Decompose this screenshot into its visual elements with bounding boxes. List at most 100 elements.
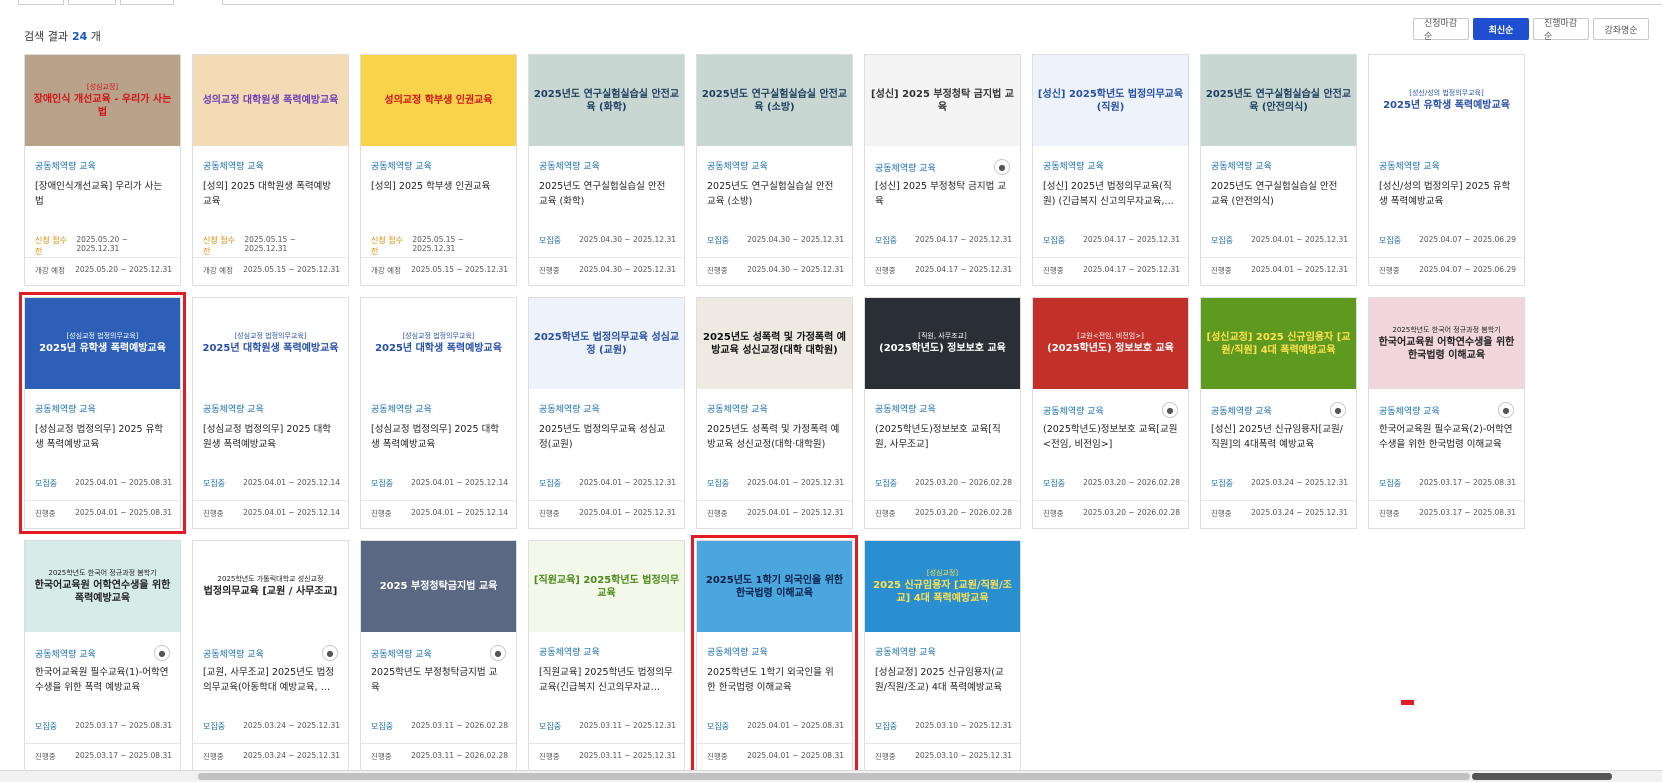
- course-card[interactable]: 2025학년도 한국어 정규과정 봄학기 한국어교육원 어학연수생을 위한 한국…: [1368, 297, 1525, 529]
- course-thumbnail[interactable]: [직원교육] 2025학년도 법정의무교육: [529, 541, 684, 632]
- course-card[interactable]: 2025년도 1학기 외국인을 위한 한국법령 이해교육 공동체역량 교육 20…: [691, 535, 858, 777]
- course-card[interactable]: 성의교정 대학원생 폭력예방교육 공동체역량 교육 [성의] 2025 대학원생…: [192, 54, 349, 286]
- apply-row: 신청 접수 전 2025.05.20 ~ 2025.12.31: [35, 235, 172, 257]
- course-thumbnail[interactable]: [성심교정] 장애인식 개선교육 - 우리가 사는 법: [25, 55, 180, 146]
- course-thumbnail[interactable]: 성의교정 대학원생 폭력예방교육: [193, 55, 348, 146]
- search-input[interactable]: [222, 0, 1662, 5]
- course-title[interactable]: [성신/성의 법정의무] 2025 유학생 폭력예방교육: [1379, 179, 1514, 209]
- course-category: 공동체역량 교육: [203, 162, 264, 172]
- course-card[interactable]: [직원, 사무조교] (2025학년도) 정보보호 교육 공동체역량 교육 (2…: [864, 297, 1021, 529]
- course-card[interactable]: 2025 부정청탁금지법 교육 공동체역량 교육 ● 2025학년도 부정청탁금…: [360, 540, 517, 772]
- course-card[interactable]: [성신/성의 법정의무교육] 2025년 유학생 폭력예방교육 공동체역량 교육…: [1368, 54, 1525, 286]
- filter-button-2[interactable]: [68, 0, 116, 5]
- course-title[interactable]: 2025년도 법정의무교육 성심교정(교원): [539, 422, 674, 452]
- course-card[interactable]: 2025학년도 가톨릭대학교 성신교정 법정의무교육 [교원 / 사무조교] 공…: [192, 540, 349, 772]
- course-title[interactable]: [교원, 사무조교] 2025년도 법정의무교육(아동학대 예방교육, …: [203, 665, 338, 695]
- course-thumbnail[interactable]: 성의교정 학부생 인권교육: [361, 55, 516, 146]
- course-progress: 진행중: [371, 509, 392, 518]
- course-thumbnail[interactable]: 2025년도 연구실험실습실 안전교육 (화학): [529, 55, 684, 146]
- course-card[interactable]: [성심교정 법정의무교육] 2025년 유학생 폭력예방교육 공동체역량 교육 …: [19, 292, 186, 534]
- course-card[interactable]: [성신교정] 2025 신규임용자 [교원/직원] 4대 폭력예방교육 공동체역…: [1200, 297, 1357, 529]
- course-card[interactable]: [성신] 2025학년도 법정의무교육(직원) 공동체역량 교육 [성신] 20…: [1032, 54, 1189, 286]
- course-thumbnail[interactable]: [직원, 사무조교] (2025학년도) 정보보호 교육: [865, 298, 1020, 389]
- sort-name-button[interactable]: 강좌명순: [1593, 18, 1649, 40]
- course-title[interactable]: 한국어교육원 필수교육(1)-어학연수생을 위한 폭력 예방교육: [35, 665, 170, 695]
- course-title[interactable]: [성심교정 법정의무] 2025 대학생 폭력예방교육: [371, 422, 506, 452]
- course-title[interactable]: (2025학년도)정보보호 교육[직원, 사무조교]: [875, 422, 1010, 452]
- course-thumbnail[interactable]: [성심교정 법정의무교육] 2025년 유학생 폭력예방교육: [25, 298, 180, 389]
- course-card[interactable]: 2025학년도 한국어 정규과정 봄학기 한국어교육원 어학연수생을 위한 폭력…: [24, 540, 181, 772]
- course-thumbnail[interactable]: 2025학년도 법정의무교육 성심교정 (교원): [529, 298, 684, 389]
- course-thumbnail[interactable]: 2025 부정청탁금지법 교육: [361, 541, 516, 632]
- course-thumbnail[interactable]: 2025년도 1학기 외국인을 위한 한국법령 이해교육: [697, 541, 852, 632]
- course-thumbnail[interactable]: 2025학년도 한국어 정규과정 봄학기 한국어교육원 어학연수생을 위한 폭력…: [25, 541, 180, 632]
- sort-latest-button[interactable]: 최신순: [1473, 18, 1529, 40]
- course-card[interactable]: [교원<전임, 비전임>] (2025학년도) 정보보호 교육 공동체역량 교육…: [1032, 297, 1189, 529]
- course-thumbnail[interactable]: [성심교정 법정의무교육] 2025년 대학원생 폭력예방교육: [193, 298, 348, 389]
- course-title[interactable]: [성심교정] 2025 신규임용자(교원/직원/조교) 4대 폭력예방교육: [875, 665, 1010, 695]
- course-thumbnail[interactable]: [성신교정] 2025 신규임용자 [교원/직원] 4대 폭력예방교육: [1201, 298, 1356, 389]
- course-progress: 진행중: [539, 752, 560, 761]
- course-title[interactable]: [성의] 2025 학부생 인권교육: [371, 179, 506, 209]
- course-card[interactable]: [성심교정 법정의무교육] 2025년 대학원생 폭력예방교육 공동체역량 교육…: [192, 297, 349, 529]
- course-title[interactable]: 2025학년도 1학기 외국인을 위한 한국법령 이해교육: [707, 665, 842, 695]
- course-title[interactable]: [성신] 2025년 신규임용자[교원/직원]의 4대폭력 예방교육: [1211, 422, 1346, 452]
- course-thumbnail[interactable]: [성심교정] 2025 신규임용자 [교원/직원/조교] 4대 폭력예방교육: [865, 541, 1020, 632]
- course-title[interactable]: 2025년도 연구실험실습실 안전교육 (소방): [707, 179, 842, 209]
- sort-course-deadline-button[interactable]: 진행마감순: [1533, 18, 1589, 42]
- course-thumbnail[interactable]: 2025학년도 가톨릭대학교 성신교정 법정의무교육 [교원 / 사무조교]: [193, 541, 348, 632]
- course-title[interactable]: (2025학년도)정보보호 교육[교원<전임, 비전임>]: [1043, 422, 1178, 452]
- scrollbar-thumb-secondary[interactable]: [1472, 773, 1612, 780]
- course-row: 진행중 2025.03.20 ~ 2026.02.28: [1043, 508, 1180, 519]
- course-title[interactable]: [성신] 2025 부정청탁 금지법 교육: [875, 179, 1010, 209]
- course-title[interactable]: 한국어교육원 필수교육(2)-어학연수생을 위한 한국법령 이해교육: [1379, 422, 1514, 452]
- apply-row: 모집중 2025.04.01 ~ 2025.12.31: [1211, 235, 1348, 246]
- course-card[interactable]: 2025학년도 법정의무교육 성심교정 (교원) 공동체역량 교육 2025년도…: [528, 297, 685, 529]
- course-thumbnail[interactable]: [성심교정 법정의무교육] 2025년 대학생 폭력예방교육: [361, 298, 516, 389]
- course-thumbnail[interactable]: [교원<전임, 비전임>] (2025학년도) 정보보호 교육: [1033, 298, 1188, 389]
- course-card[interactable]: 2025년도 연구실험실습실 안전교육 (화학) 공동체역량 교육 2025년도…: [528, 54, 685, 286]
- course-thumbnail[interactable]: [성신] 2025 부정청탁 금지법 교육: [865, 55, 1020, 146]
- course-category: 공동체역량 교육: [539, 648, 600, 658]
- course-title[interactable]: [직원교육] 2025학년도 법정의무교육(긴급복지 신고의무자교…: [539, 665, 674, 695]
- course-thumbnail[interactable]: 2025년도 연구실험실습실 안전교육 (안전의식): [1201, 55, 1356, 146]
- course-title[interactable]: [성신] 2025년 법정의무교육(직원) (긴급복지 신고의무자교육,…: [1043, 179, 1178, 209]
- course-title[interactable]: 2025년도 연구실험실습실 안전교육 (안전의식): [1211, 179, 1346, 209]
- course-title[interactable]: [성의] 2025 대학원생 폭력예방 교육: [203, 179, 338, 209]
- course-card[interactable]: 2025년도 연구실험실습실 안전교육 (소방) 공동체역량 교육 2025년도…: [696, 54, 853, 286]
- scrollbar-thumb[interactable]: [198, 773, 1470, 780]
- course-dates: 2025.03.17 ~ 2025.08.31: [1419, 508, 1516, 517]
- course-thumbnail[interactable]: 2025년도 성폭력 및 가정폭력 예방교육 성신교정(대학 대학원): [697, 298, 852, 389]
- course-title[interactable]: [성심교정 법정의무] 2025 유학생 폭력예방교육: [35, 422, 170, 452]
- course-card[interactable]: [성심교정 법정의무교육] 2025년 대학생 폭력예방교육 공동체역량 교육 …: [360, 297, 517, 529]
- course-card[interactable]: [성신] 2025 부정청탁 금지법 교육 공동체역량 교육 ● [성신] 20…: [864, 54, 1021, 286]
- course-thumbnail[interactable]: 2025학년도 한국어 정규과정 봄학기 한국어교육원 어학연수생을 위한 한국…: [1369, 298, 1524, 389]
- course-title[interactable]: [성심교정 법정의무] 2025 대학원생 폭력예방교육: [203, 422, 338, 452]
- horizontal-scrollbar[interactable]: [0, 770, 1662, 782]
- category-row: 공동체역량 교육: [371, 402, 506, 415]
- apply-status: 모집중: [707, 236, 730, 245]
- course-dates: 2025.03.10 ~ 2025.12.31: [915, 751, 1012, 760]
- course-card[interactable]: 2025년도 연구실험실습실 안전교육 (안전의식) 공동체역량 교육 2025…: [1200, 54, 1357, 286]
- course-thumbnail[interactable]: [성신] 2025학년도 법정의무교육(직원): [1033, 55, 1188, 146]
- sort-apply-deadline-button[interactable]: 신청마감순: [1413, 18, 1469, 42]
- course-progress: 진행중: [1043, 266, 1064, 275]
- filter-button-3[interactable]: [120, 0, 174, 5]
- course-title[interactable]: 2025학년도 부정청탁금지법 교육: [371, 665, 506, 695]
- thumbnail-subtitle: 2025학년도 한국어 정규과정 봄학기: [1392, 326, 1501, 334]
- course-progress: 진행중: [371, 752, 392, 761]
- course-card[interactable]: [성심교정] 2025 신규임용자 [교원/직원/조교] 4대 폭력예방교육 공…: [864, 540, 1021, 772]
- course-title[interactable]: 2025년도 성폭력 및 가정폭력 예방교육 성신교정(대학·대학원): [707, 422, 842, 452]
- course-card[interactable]: [성심교정] 장애인식 개선교육 - 우리가 사는 법 공동체역량 교육 [장애…: [24, 54, 181, 286]
- course-card[interactable]: 2025년도 성폭력 및 가정폭력 예방교육 성신교정(대학 대학원) 공동체역…: [696, 297, 853, 529]
- filter-button-1[interactable]: [18, 0, 64, 5]
- apply-dates: 2025.04.01 ~ 2025.08.31: [75, 478, 172, 487]
- course-title[interactable]: 2025년도 연구실험실습실 안전교육 (화학): [539, 179, 674, 209]
- course-title[interactable]: [장애인식개선교육] 우리가 사는 법: [35, 179, 170, 209]
- course-thumbnail[interactable]: 2025년도 연구실험실습실 안전교육 (소방): [697, 55, 852, 146]
- course-row: 진행중 2025.03.11 ~ 2025.12.31: [539, 751, 676, 762]
- course-card[interactable]: 성의교정 학부생 인권교육 공동체역량 교육 [성의] 2025 학부생 인권교…: [360, 54, 517, 286]
- course-thumbnail[interactable]: [성신/성의 법정의무교육] 2025년 유학생 폭력예방교육: [1369, 55, 1524, 146]
- course-card[interactable]: [직원교육] 2025학년도 법정의무교육 공동체역량 교육 [직원교육] 20…: [528, 540, 685, 772]
- course-category: 공동체역량 교육: [35, 405, 96, 415]
